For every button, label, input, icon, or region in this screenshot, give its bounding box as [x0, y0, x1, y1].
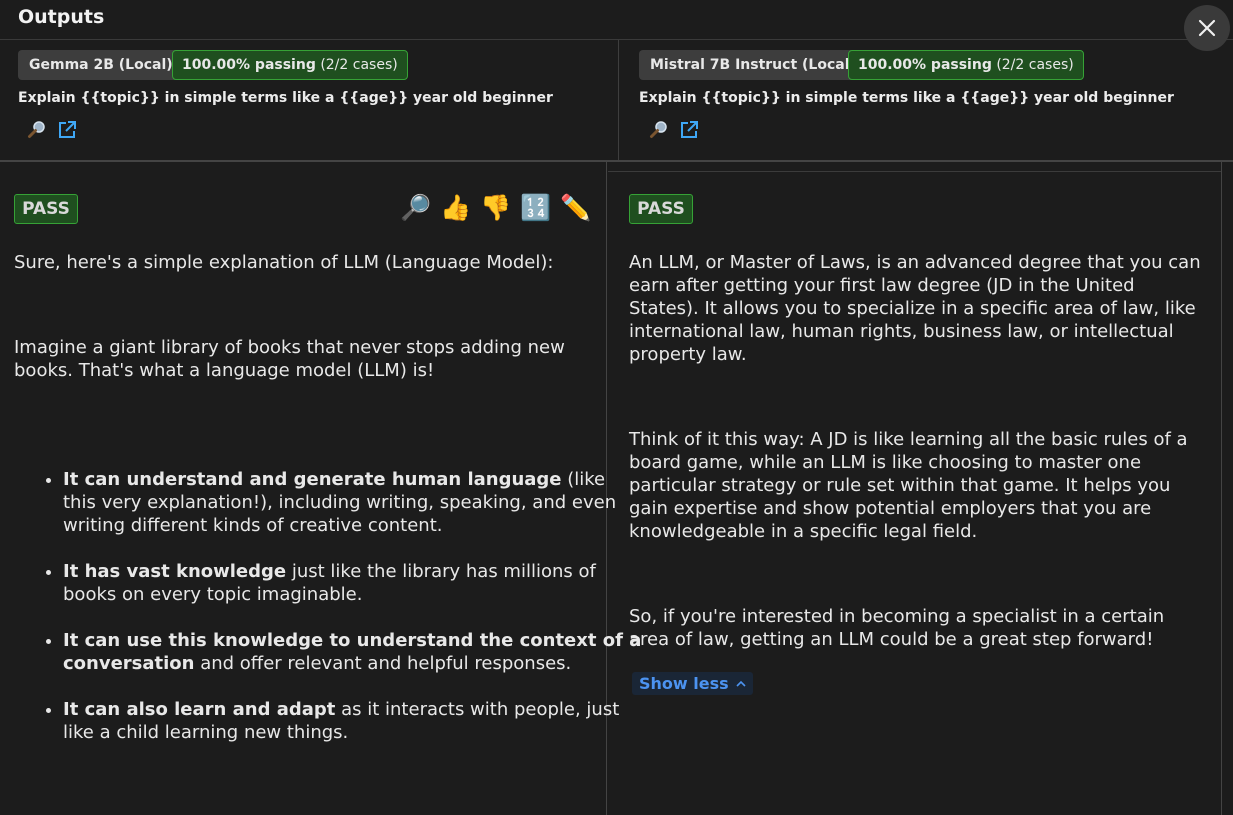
show-less-button[interactable]: Show less [632, 672, 753, 695]
inspect-icon[interactable]: 🔎 [400, 192, 432, 224]
pass-rate-badge: 100.00% passing (2/2 cases) [172, 50, 408, 80]
output-paragraph: An LLM, or Master of Laws, is an advance… [629, 252, 1201, 365]
list-item: It can also learn and adapt as it intera… [63, 698, 643, 744]
bullet-text: and offer relevant and helpful responses… [194, 653, 572, 674]
model-name-badge[interactable]: Mistral 7B Instruct (Local) [639, 50, 867, 80]
close-button[interactable] [1184, 5, 1230, 51]
list-item: It can understand and generate human lan… [63, 468, 643, 537]
thumbs-down-icon[interactable]: 👎 [480, 192, 512, 224]
magnifier-icon[interactable] [649, 120, 669, 144]
output-paragraph: Imagine a giant library of books that ne… [14, 337, 565, 381]
output-bullet-list: It can understand and generate human lan… [14, 468, 643, 744]
pass-rate-percent: 100.00% passing [858, 57, 992, 73]
bullet-bold-text: It can also learn and adapt [63, 699, 336, 720]
prompt-text: Explain {{topic}} in simple terms like a… [639, 90, 1174, 106]
output-cell-gemma: PASS 🔎 👍 👎 🔢 ✏️ Sure, here's a simple ex… [0, 162, 641, 815]
bullet-bold-text: It can understand and generate human lan… [63, 469, 562, 490]
output-paragraph: Think of it this way: A JD is like learn… [629, 429, 1188, 542]
score-icon[interactable]: 🔢 [520, 192, 552, 224]
edit-pencil-icon[interactable]: ✏️ [560, 192, 592, 224]
output-cell-mistral: PASS An LLM, or Master of Laws, is an ad… [608, 162, 1222, 815]
show-less-label: Show less [639, 674, 729, 693]
header-mistral: Mistral 7B Instruct (Local) 100.00% pass… [620, 40, 1233, 160]
open-external-icon[interactable] [679, 120, 699, 144]
output-paragraph: Sure, here's a simple explanation of LLM… [14, 252, 554, 273]
pass-rate-badge: 100.00% passing (2/2 cases) [848, 50, 1084, 80]
list-item: It has vast knowledge just like the libr… [63, 560, 643, 606]
list-item: It can use this knowledge to understand … [63, 629, 643, 675]
close-icon [1198, 19, 1216, 37]
pass-rate-cases: (2/2 cases) [320, 57, 398, 73]
pass-rate-cases: (2/2 cases) [996, 57, 1074, 73]
output-paragraph: So, if you're interested in becoming a s… [629, 606, 1165, 650]
outputs-titlebar: Outputs [0, 0, 1233, 40]
open-external-icon[interactable] [57, 120, 77, 144]
thumbs-up-icon[interactable]: 👍 [440, 192, 472, 224]
output-actions: 🔎 👍 👎 🔢 ✏️ [400, 192, 592, 224]
pass-status-badge: PASS [629, 194, 693, 224]
window-title: Outputs [18, 6, 105, 28]
header-gemma: Gemma 2B (Local) 100.00% passing (2/2 ca… [0, 40, 619, 160]
pass-rate-percent: 100.00% passing [182, 57, 316, 73]
model-name-badge[interactable]: Gemma 2B (Local) [18, 50, 184, 80]
bullet-bold-text: It has vast knowledge [63, 561, 287, 582]
magnifier-icon[interactable] [27, 120, 47, 144]
pass-status-badge: PASS [14, 194, 78, 224]
prompt-text: Explain {{topic}} in simple terms like a… [18, 90, 553, 106]
chevron-up-icon [736, 680, 746, 687]
